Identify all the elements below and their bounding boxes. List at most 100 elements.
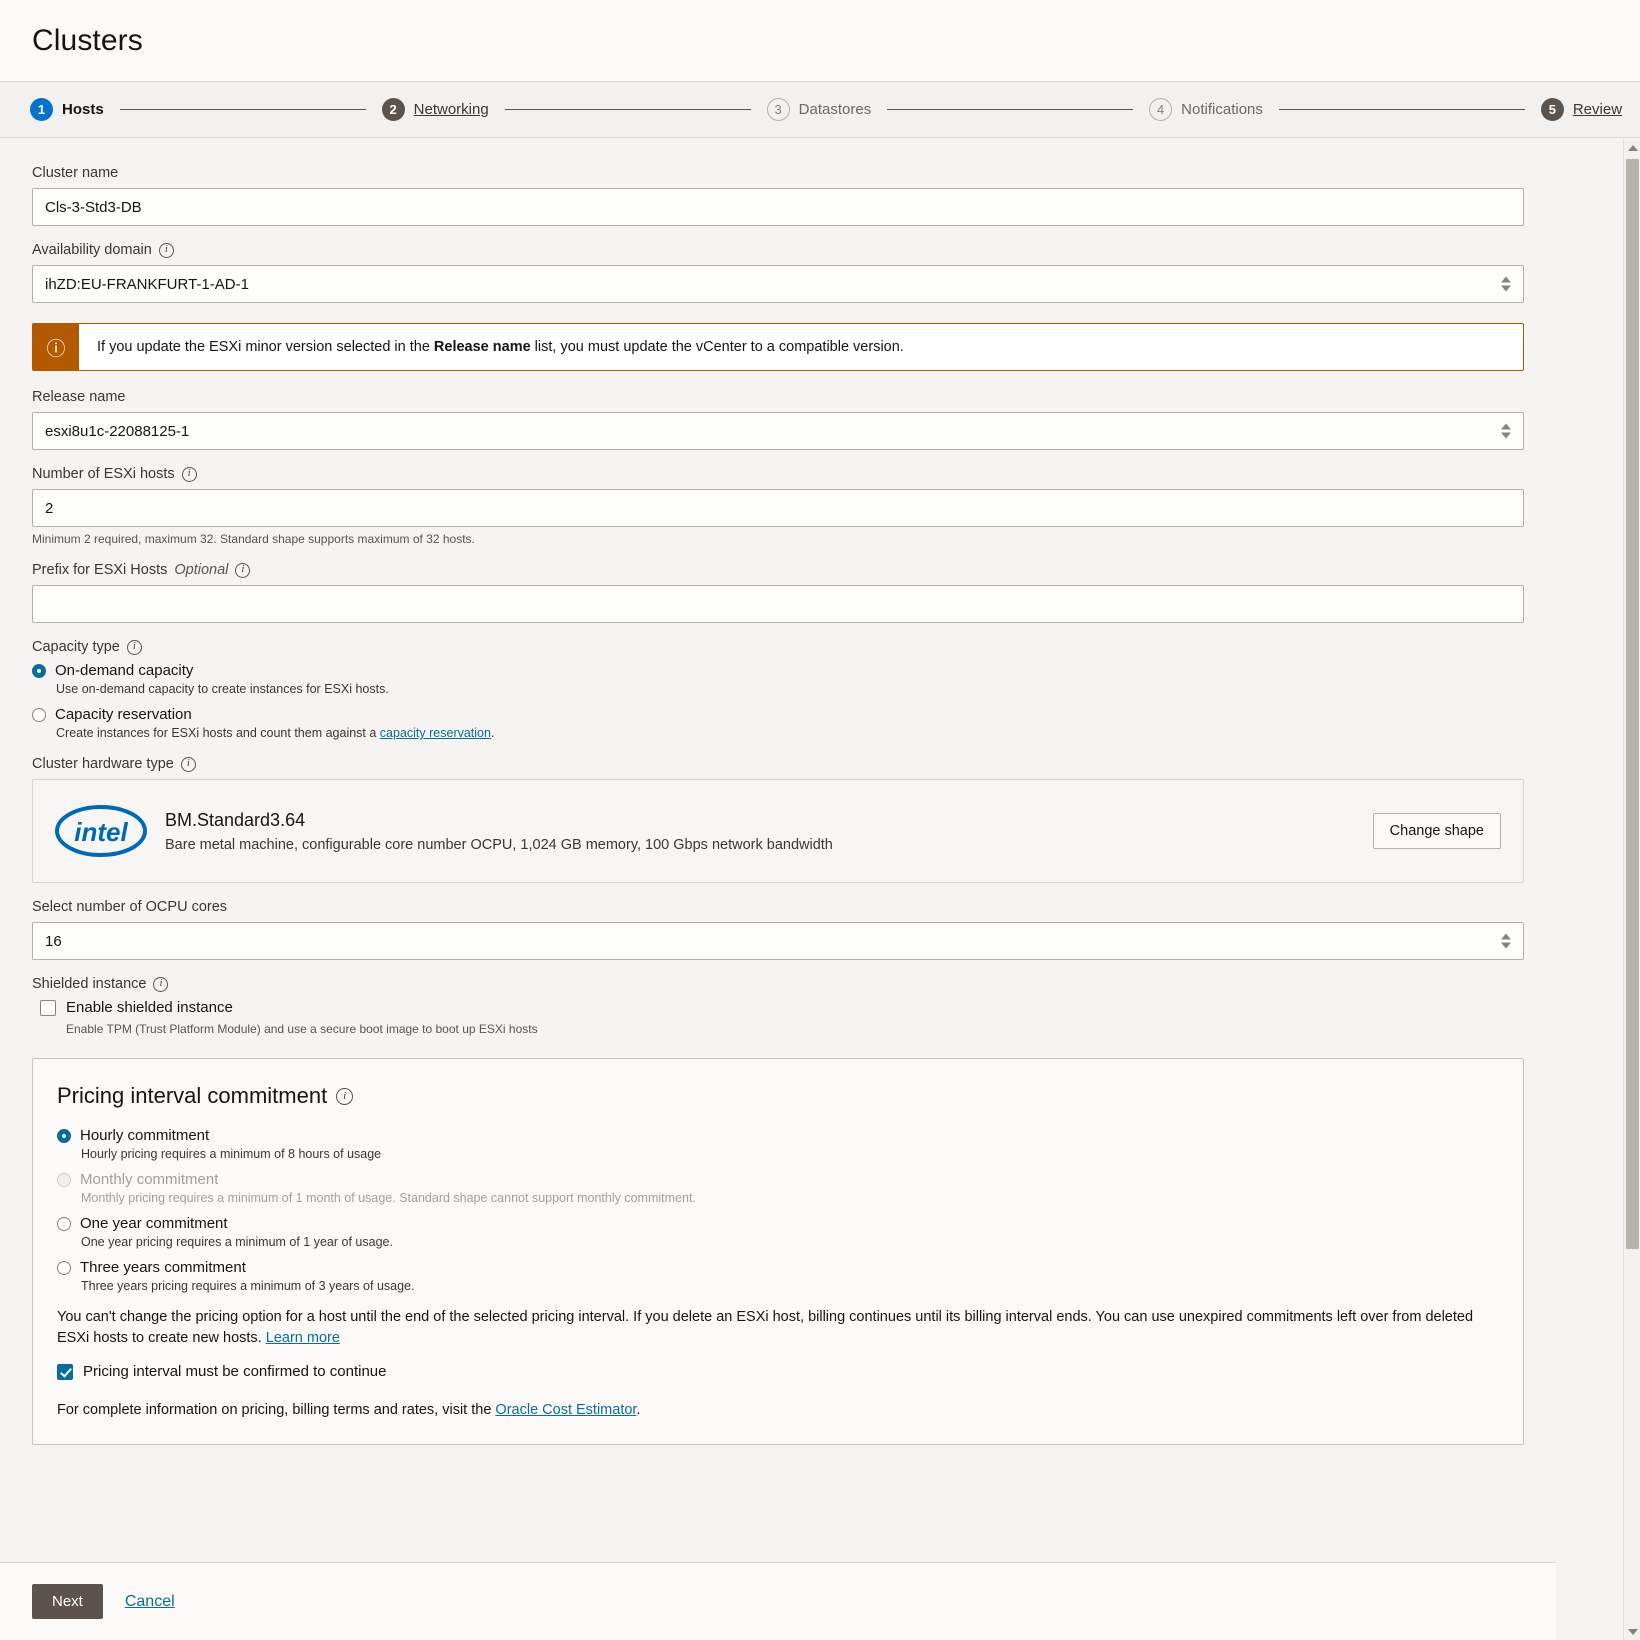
scrollbar-thumb[interactable]: [1626, 159, 1639, 1249]
cluster-name-input[interactable]: Cls-3-Std3-DB: [32, 188, 1524, 226]
host-count-input[interactable]: 2: [32, 489, 1524, 527]
step-label-hosts: Hosts: [62, 101, 104, 118]
pricing-interval-panel: Pricing interval commitment i Hourly com…: [32, 1058, 1524, 1446]
host-count-field: Number of ESXi hosts i 2 Minimum 2 requi…: [32, 466, 1524, 546]
shielded-instance-checkbox-row[interactable]: Enable shielded instance: [40, 999, 1524, 1016]
availability-domain-select[interactable]: ihZD:EU-FRANKFURT-1-AD-1: [32, 265, 1524, 303]
shielded-instance-helper: Enable TPM (Trust Platform Module) and u…: [66, 1022, 538, 1036]
shape-name: BM.Standard3.64: [165, 809, 306, 830]
step-datastores: 3 Datastores: [766, 98, 872, 121]
step-hosts[interactable]: 1 Hosts: [30, 98, 104, 121]
radio-desc-three-years: Three years pricing requires a minimum o…: [81, 1279, 415, 1293]
radio-icon[interactable]: [32, 663, 46, 678]
capacity-type-label: Capacity type i: [32, 639, 1524, 655]
pricing-confirm-label: Pricing interval must be confirmed to co…: [83, 1363, 387, 1381]
radio-monthly-commitment: Monthly commitment: [57, 1171, 1499, 1188]
prefix-label: Prefix for ESXi Hosts Optional i: [32, 562, 1524, 578]
step-label-review[interactable]: Review: [1573, 101, 1622, 118]
radio-icon[interactable]: [57, 1260, 71, 1275]
info-icon[interactable]: i: [158, 242, 174, 258]
vertical-scrollbar[interactable]: [1623, 139, 1640, 1640]
ocpu-cores-label-text: Select number of OCPU cores: [32, 899, 228, 915]
info-icon[interactable]: i: [180, 756, 196, 772]
shielded-instance-checkbox-label: Enable shielded instance: [66, 999, 233, 1016]
checkbox-icon[interactable]: [40, 999, 56, 1016]
radio-icon[interactable]: [32, 707, 46, 722]
radio-three-years-commitment[interactable]: Three years commitment: [57, 1259, 1499, 1276]
info-icon[interactable]: i: [126, 639, 142, 655]
availability-domain-value: ihZD:EU-FRANKFURT-1-AD-1: [45, 275, 249, 293]
cancel-link[interactable]: Cancel: [125, 1593, 175, 1611]
capacity-type-group: Capacity type i On-demand capacity Use o…: [32, 639, 1524, 740]
cluster-name-field: Cluster name Cls-3-Std3-DB: [32, 165, 1524, 226]
desc-after: .: [490, 726, 495, 740]
pricing-footer-before: For complete information on pricing, bil…: [57, 1402, 496, 1419]
capacity-reservation-link[interactable]: capacity reservation: [380, 726, 491, 740]
radio-icon: [57, 1172, 71, 1187]
step-label-networking[interactable]: Networking: [414, 101, 489, 118]
ocpu-cores-label: Select number of OCPU cores: [32, 899, 1524, 915]
step-label-datastores: Datastores: [798, 101, 872, 118]
radio-desc-monthly: Monthly pricing requires a minimum of 1 …: [81, 1191, 696, 1205]
radio-hourly-commitment[interactable]: Hourly commitment: [57, 1127, 1499, 1144]
radio-one-year-commitment[interactable]: One year commitment: [57, 1215, 1499, 1232]
radio-icon[interactable]: [57, 1216, 71, 1231]
pricing-panel-title-text: Pricing interval commitment: [57, 1083, 328, 1108]
ocpu-cores-value: 16: [45, 932, 62, 950]
shielded-instance-field: Shielded instance i Enable shielded inst…: [32, 976, 1524, 1036]
prefix-input[interactable]: [32, 585, 1524, 623]
svg-text:intel: intel: [74, 817, 128, 847]
radio-label-capacity-reservation: Capacity reservation: [55, 706, 192, 723]
change-shape-button[interactable]: Change shape: [1372, 813, 1501, 849]
info-icon[interactable]: i: [235, 562, 251, 578]
info-icon[interactable]: i: [336, 1087, 354, 1105]
step-number-2: 2: [381, 98, 405, 121]
radio-desc-on-demand: Use on-demand capacity to create instanc…: [56, 682, 389, 696]
prefix-optional-tag: Optional: [174, 562, 229, 578]
release-name-label-text: Release name: [32, 389, 126, 405]
cluster-name-label-text: Cluster name: [32, 165, 119, 181]
banner-text-after: list, you must update the vCenter to a c…: [530, 339, 904, 355]
cluster-name-label: Cluster name: [32, 165, 1524, 181]
release-name-field: Release name esxi8u1c-22088125-1: [32, 389, 1524, 450]
prefix-field: Prefix for ESXi Hosts Optional i: [32, 562, 1524, 623]
next-button[interactable]: Next: [32, 1584, 103, 1619]
ocpu-cores-select[interactable]: 16: [32, 922, 1524, 960]
cluster-hardware-type-label: Cluster hardware type i: [32, 756, 1524, 772]
learn-more-link[interactable]: Learn more: [266, 1330, 340, 1346]
checkbox-icon[interactable]: [57, 1363, 73, 1380]
step-number-1: 1: [30, 98, 53, 121]
pricing-panel-title: Pricing interval commitment i: [57, 1083, 1499, 1109]
shape-info: BM.Standard3.64 Bare metal machine, conf…: [165, 810, 1373, 853]
shielded-instance-label-text: Shielded instance: [32, 976, 147, 992]
radio-desc-capacity-reservation: Create instances for ESXi hosts and coun…: [56, 726, 1524, 740]
prefix-label-text: Prefix for ESXi Hosts: [32, 562, 168, 578]
availability-domain-field: Availability domain i ihZD:EU-FRANKFURT-…: [32, 242, 1524, 303]
radio-icon[interactable]: [57, 1128, 71, 1143]
step-number-3: 3: [766, 98, 790, 121]
info-icon[interactable]: i: [181, 466, 197, 482]
radio-label-three-years: Three years commitment: [80, 1259, 246, 1276]
scroll-down-arrow-icon[interactable]: [1624, 1623, 1640, 1640]
shielded-instance-label: Shielded instance i: [32, 976, 1524, 992]
pricing-confirm-checkbox-row[interactable]: Pricing interval must be confirmed to co…: [57, 1363, 1499, 1380]
radio-desc-hourly: Hourly pricing requires a minimum of 8 h…: [81, 1147, 382, 1161]
oracle-cost-estimator-link[interactable]: Oracle Cost Estimator: [495, 1402, 636, 1418]
step-networking[interactable]: 2 Networking: [381, 98, 489, 121]
banner-text: If you update the ESXi minor version sel…: [79, 324, 1523, 370]
cluster-hardware-type-label-text: Cluster hardware type: [32, 756, 174, 772]
step-label-notifications: Notifications: [1181, 101, 1263, 118]
release-name-select[interactable]: esxi8u1c-22088125-1: [32, 412, 1524, 450]
scroll-up-arrow-icon[interactable]: [1624, 139, 1640, 156]
radio-on-demand-capacity[interactable]: On-demand capacity: [32, 662, 1524, 679]
info-icon[interactable]: i: [153, 976, 169, 992]
release-name-label: Release name: [32, 389, 1524, 405]
radio-capacity-reservation[interactable]: Capacity reservation: [32, 706, 1524, 723]
chevron-updown-icon: [1501, 276, 1511, 292]
banner-text-before: If you update the ESXi minor version sel…: [97, 339, 434, 355]
host-count-helper: Minimum 2 required, maximum 32. Standard…: [32, 532, 475, 546]
step-number-5: 5: [1540, 98, 1564, 121]
step-review[interactable]: 5 Review: [1540, 98, 1622, 121]
step-number-4: 4: [1149, 98, 1173, 121]
host-count-label: Number of ESXi hosts i: [32, 466, 1524, 482]
